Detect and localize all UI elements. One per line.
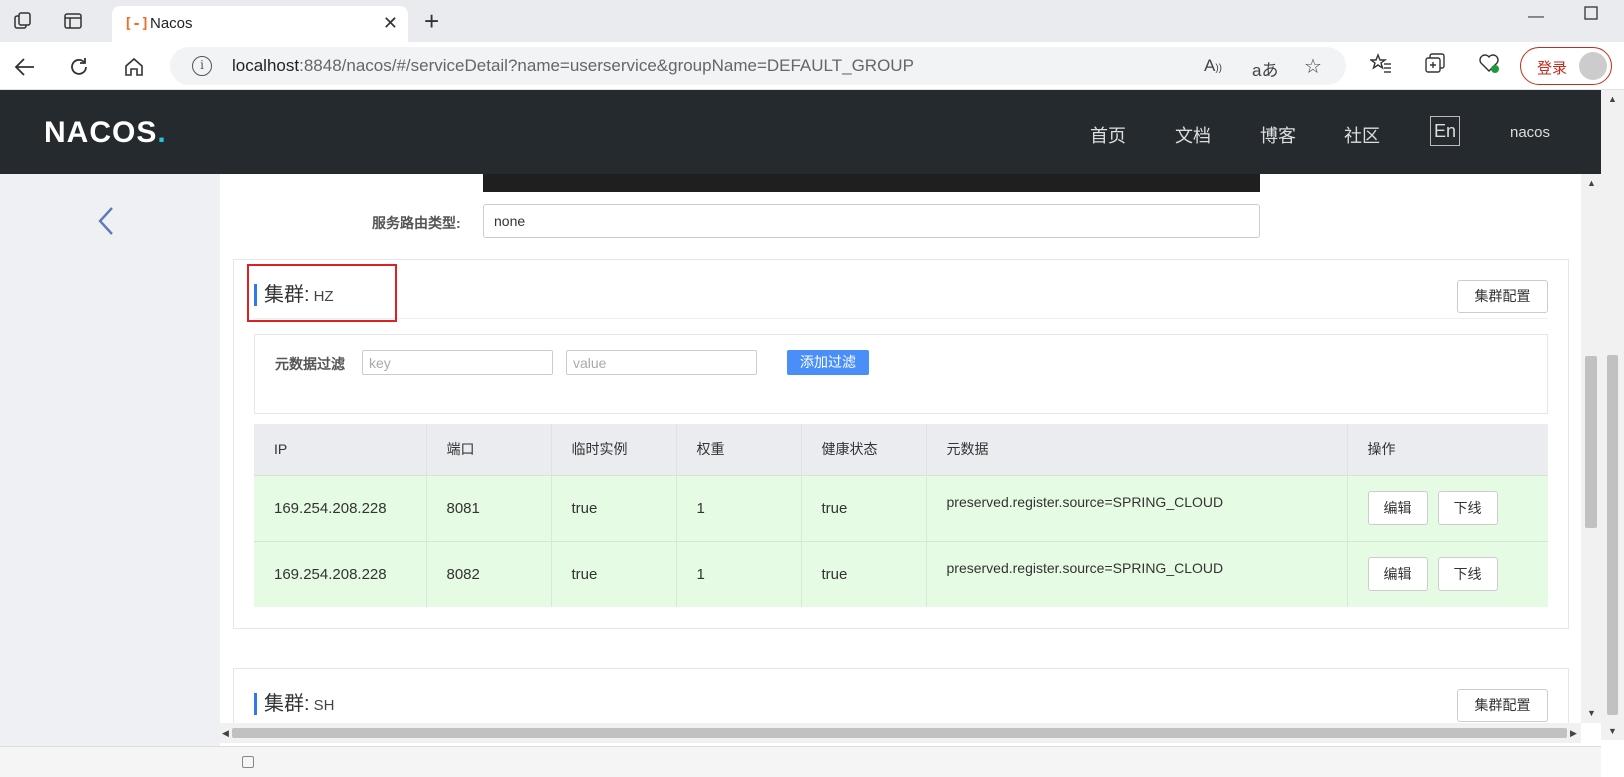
metadata-filter-panel: 元数据过滤 添加过滤 <box>254 334 1548 414</box>
route-type-field: none <box>483 204 1260 238</box>
language-switch-button[interactable]: En <box>1430 116 1460 146</box>
cell-metadata: preserved.register.source=SPRING_CLOUD <box>926 540 1348 607</box>
annotation-highlight-box <box>247 264 397 322</box>
collections-icon[interactable] <box>1424 52 1446 80</box>
cell-actions: 编辑 下线 <box>1347 474 1548 541</box>
cell-actions: 编辑 下线 <box>1347 540 1548 607</box>
cell-ip: 169.254.208.228 <box>254 474 427 541</box>
nacos-header: NACOS. 首页 文档 博客 社区 En nacos <box>0 90 1601 174</box>
cluster-config-button[interactable]: 集群配置 <box>1457 280 1548 313</box>
scrollbar-thumb[interactable] <box>232 728 1567 738</box>
cell-healthy: true <box>801 474 927 541</box>
favorites-icon[interactable] <box>1368 52 1392 80</box>
scrollbar-thumb[interactable] <box>1607 355 1618 715</box>
nacos-favicon-icon: [-] <box>124 16 150 32</box>
offline-button[interactable]: 下线 <box>1437 491 1498 525</box>
scrollbar-thumb[interactable] <box>1585 356 1597 528</box>
nacos-logo[interactable]: NACOS. <box>44 116 167 150</box>
workspaces-icon[interactable] <box>12 10 34 32</box>
table-row: 169.254.208.228 8082 true 1 true preserv… <box>254 540 1548 607</box>
cell-metadata: preserved.register.source=SPRING_CLOUD <box>926 474 1348 541</box>
col-actions: 操作 <box>1347 424 1548 475</box>
scroll-down-icon[interactable]: ▼ <box>1587 708 1596 718</box>
content-vertical-scrollbar[interactable]: ▲ ▼ <box>1581 174 1601 723</box>
edit-button[interactable]: 编辑 <box>1367 491 1428 525</box>
new-tab-icon[interactable]: + <box>424 6 439 37</box>
col-ip: IP <box>254 424 427 475</box>
cell-port: 8081 <box>426 474 552 541</box>
page-footer-area <box>0 746 1601 777</box>
content-horizontal-scrollbar[interactable]: ◀ ▶ <box>220 723 1581 743</box>
scroll-left-icon[interactable]: ◀ <box>222 728 229 739</box>
translate-icon[interactable]: aあ <box>1252 56 1278 81</box>
browser-address-bar: i localhost:8848/nacos/#/serviceDetail?n… <box>0 42 1624 90</box>
cluster-title: 集群: SH <box>254 693 334 715</box>
tab-actions-icon[interactable] <box>62 10 84 32</box>
metadata-filter-label: 元数据过滤 <box>275 356 345 372</box>
cluster-card-hz: 集群:HZ 集群配置 元数据过滤 添加过滤 IP 端口 临时实例 权重 健康状态… <box>233 259 1569 629</box>
col-metadata: 元数据 <box>926 424 1348 475</box>
user-menu[interactable]: nacos <box>1510 124 1550 141</box>
table-header-row: IP 端口 临时实例 权重 健康状态 元数据 操作 <box>254 424 1548 475</box>
url-text: localhost:8848/nacos/#/serviceDetail?nam… <box>232 56 914 75</box>
browser-tab-bar: [-] Nacos ✕ + — <box>0 0 1624 42</box>
cell-weight: 1 <box>676 474 802 541</box>
page-vertical-scrollbar[interactable]: ▲ ▼ <box>1601 90 1624 740</box>
nav-home[interactable]: 首页 <box>1090 122 1126 148</box>
filter-key-input[interactable] <box>362 350 553 375</box>
cell-ip: 169.254.208.228 <box>254 540 427 607</box>
browser-essentials-icon[interactable] <box>1478 52 1500 80</box>
cell-weight: 1 <box>676 540 802 607</box>
cell-port: 8082 <box>426 540 552 607</box>
service-info-field <box>483 174 1260 192</box>
edit-button[interactable]: 编辑 <box>1367 557 1428 592</box>
home-icon[interactable] <box>121 54 147 80</box>
col-weight: 权重 <box>676 424 802 475</box>
table-row: 169.254.208.228 8081 true 1 true preserv… <box>254 474 1548 541</box>
login-label: 登录 <box>1537 60 1568 77</box>
site-info-icon[interactable]: i <box>192 56 212 76</box>
cell-healthy: true <box>801 540 927 607</box>
service-detail-content: 服务路由类型: none 集群:HZ 集群配置 元数据过滤 添加过滤 IP 端口… <box>220 174 1581 723</box>
collapse-sidebar-icon[interactable] <box>98 204 113 247</box>
refresh-icon[interactable] <box>66 54 92 80</box>
favorite-star-icon[interactable]: ☆ <box>1304 54 1322 79</box>
minimize-icon[interactable]: — <box>1528 8 1544 26</box>
cell-ephemeral: true <box>551 540 677 607</box>
cluster-config-button[interactable]: 集群配置 <box>1457 689 1548 722</box>
add-filter-button[interactable]: 添加过滤 <box>787 350 869 375</box>
col-ephemeral: 临时实例 <box>551 424 677 475</box>
instance-table: IP 端口 临时实例 权重 健康状态 元数据 操作 169.254.208.22… <box>254 424 1548 607</box>
profile-login-button[interactable]: 登录 <box>1520 47 1612 85</box>
avatar <box>1579 52 1607 80</box>
checkbox[interactable] <box>242 756 254 768</box>
url-field[interactable]: i localhost:8848/nacos/#/serviceDetail?n… <box>170 47 1346 85</box>
scroll-right-icon[interactable]: ▶ <box>1570 728 1577 739</box>
scroll-up-icon[interactable]: ▲ <box>1608 94 1617 104</box>
scroll-down-icon[interactable]: ▼ <box>1608 726 1617 736</box>
close-tab-icon[interactable]: ✕ <box>383 13 398 34</box>
scroll-up-icon[interactable]: ▲ <box>1587 178 1596 188</box>
nav-community[interactable]: 社区 <box>1344 122 1380 148</box>
col-port: 端口 <box>426 424 552 475</box>
offline-button[interactable]: 下线 <box>1437 557 1498 592</box>
nav-docs[interactable]: 文档 <box>1175 122 1211 148</box>
maximize-icon[interactable] <box>1584 6 1598 25</box>
back-icon[interactable] <box>12 54 38 80</box>
tab-title: Nacos <box>150 15 193 32</box>
filter-value-input[interactable] <box>566 350 757 375</box>
cluster-card-sh: 集群: SH 集群配置 <box>233 668 1569 723</box>
nav-blog[interactable]: 博客 <box>1260 122 1296 148</box>
browser-tab-nacos[interactable]: [-] Nacos ✕ <box>112 6 408 42</box>
sidebar <box>0 174 220 746</box>
read-aloud-icon[interactable]: A)) <box>1204 56 1222 76</box>
divider <box>254 318 1548 319</box>
route-type-label: 服务路由类型: <box>372 215 461 231</box>
cell-ephemeral: true <box>551 474 677 541</box>
col-healthy: 健康状态 <box>801 424 927 475</box>
